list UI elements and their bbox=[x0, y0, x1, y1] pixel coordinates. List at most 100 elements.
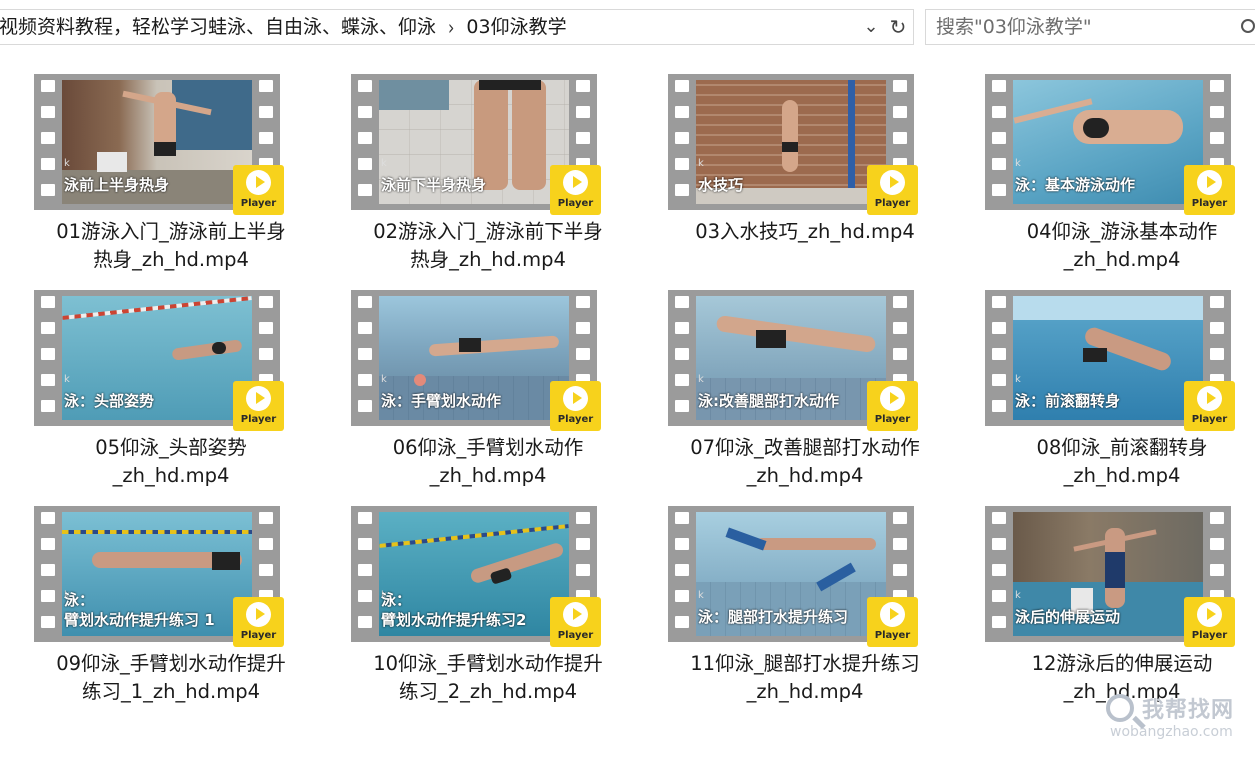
file-tile[interactable]: k 泳前下半身热身 Player 02游泳入门_游泳前下半身 热身_zh_hd.mp4 bbox=[333, 54, 633, 271]
play-icon bbox=[880, 386, 905, 411]
file-name[interactable]: 01游泳入门_游泳前上半身 热身_zh_hd.mp4 bbox=[26, 218, 316, 274]
video-caption: 泳前下半身热身 bbox=[381, 174, 486, 195]
player-badge: Player bbox=[867, 597, 918, 647]
video-thumbnail[interactable]: k 泳：基本游泳动作 Player bbox=[985, 74, 1235, 215]
file-tile[interactable]: k 泳后的伸展运动 Player 12游泳后的伸展运动 _zh_hd.mp4 bbox=[967, 486, 1255, 703]
play-icon bbox=[880, 170, 905, 195]
video-caption-line: 泳：手臂划水动作 bbox=[381, 392, 502, 410]
video-frame-image: k 泳： 臂划水动作提升练习2 bbox=[379, 512, 569, 636]
film-strip-icon bbox=[34, 290, 62, 426]
watermark-url: wobangzhao.com bbox=[1110, 724, 1233, 740]
file-name[interactable]: 04仰泳_游泳基本动作 _zh_hd.mp4 bbox=[977, 218, 1255, 274]
breadcrumb-separator-icon: › bbox=[448, 15, 455, 40]
file-tile[interactable]: k 水技巧 Player 03入水技巧_zh_hd.mp4 bbox=[650, 54, 950, 270]
file-name-line: 08仰泳_前滚翻转身 bbox=[1036, 436, 1208, 459]
file-tile[interactable]: k 泳前上半身热身 Player 01游泳入门_游泳前上半身 热身_zh_hd.mp4 bbox=[16, 54, 316, 271]
video-thumbnail[interactable]: k 泳：腿部打水提升练习 Player bbox=[668, 506, 918, 647]
video-frame-image: k 泳后的伸展运动 bbox=[1013, 512, 1203, 636]
player-label: Player bbox=[1191, 198, 1228, 209]
chevron-down-icon[interactable]: ⌄ bbox=[858, 10, 884, 44]
player-badge: Player bbox=[550, 597, 601, 647]
player-badge: Player bbox=[1184, 597, 1235, 647]
film-strip-icon bbox=[34, 74, 62, 210]
breadcrumb-item-current[interactable]: 03仰泳教学 bbox=[466, 16, 566, 38]
address-bar[interactable]: 视频资料教程，轻松学习蛙泳、自由泳、蝶泳、仰泳 › 03仰泳教学 ⌄ ↻ bbox=[0, 9, 914, 45]
video-thumbnail[interactable]: k 泳：头部姿势 Player bbox=[34, 290, 284, 431]
player-badge: Player bbox=[867, 381, 918, 431]
file-name[interactable]: 05仰泳_头部姿势 _zh_hd.mp4 bbox=[26, 434, 316, 490]
video-caption: 泳:改善腿部打水动作 bbox=[698, 390, 839, 411]
file-name-line: 练习_1_zh_hd.mp4 bbox=[82, 680, 260, 703]
file-name[interactable]: 03入水技巧_zh_hd.mp4 bbox=[660, 218, 950, 246]
film-strip-icon bbox=[668, 290, 696, 426]
video-frame-image: k 水技巧 bbox=[696, 80, 886, 204]
file-name-line: 11仰泳_腿部打水提升练习 bbox=[690, 652, 920, 675]
file-name[interactable]: 08仰泳_前滚翻转身 _zh_hd.mp4 bbox=[977, 434, 1255, 490]
file-tile[interactable]: k 泳：手臂划水动作 Player 06仰泳_手臂划水动作 _zh_hd.mp4 bbox=[333, 270, 633, 487]
video-caption: 泳后的伸展运动 bbox=[1015, 606, 1120, 627]
breadcrumb: 视频资料教程，轻松学习蛙泳、自由泳、蝶泳、仰泳 › 03仰泳教学 bbox=[0, 10, 849, 44]
video-caption-line: 泳： bbox=[64, 591, 95, 609]
video-caption-line: 泳:改善腿部打水动作 bbox=[698, 392, 839, 410]
video-frame-image: k 泳前下半身热身 bbox=[379, 80, 569, 204]
address-toolbar: 视频资料教程，轻松学习蛙泳、自由泳、蝶泳、仰泳 › 03仰泳教学 ⌄ ↻ bbox=[0, 0, 1255, 54]
video-frame-image: k 泳:改善腿部打水动作 bbox=[696, 296, 886, 420]
watermark-title: 我帮找网 bbox=[1142, 698, 1235, 723]
play-icon bbox=[246, 602, 271, 627]
file-name-line: 练习_2_zh_hd.mp4 bbox=[399, 680, 577, 703]
file-tile[interactable]: k 泳：前滚翻转身 Player 08仰泳_前滚翻转身 _zh_hd.mp4 bbox=[967, 270, 1255, 487]
file-name[interactable]: 09仰泳_手臂划水动作提升 练习_1_zh_hd.mp4 bbox=[26, 650, 316, 706]
video-frame-image: k 泳：基本游泳动作 bbox=[1013, 80, 1203, 204]
video-thumbnail[interactable]: k 泳： 臂划水动作提升练习2 Player bbox=[351, 506, 601, 647]
video-caption: 泳：前滚翻转身 bbox=[1015, 390, 1120, 411]
video-thumbnail[interactable]: k 泳：前滚翻转身 Player bbox=[985, 290, 1235, 431]
file-tile[interactable]: k 泳:改善腿部打水动作 Player 07仰泳_改善腿部打水动作 _zh_hd.mp4 bbox=[650, 270, 950, 487]
search-icon[interactable] bbox=[1241, 19, 1255, 33]
player-label: Player bbox=[557, 630, 594, 641]
video-thumbnail[interactable]: k 泳： 臂划水动作提升练习 1 Player bbox=[34, 506, 284, 647]
file-name-line: 04仰泳_游泳基本动作 bbox=[1026, 220, 1218, 243]
file-tile[interactable]: k 泳：基本游泳动作 Player 04仰泳_游泳基本动作 _zh_hd.mp4 bbox=[967, 54, 1255, 271]
file-name[interactable]: 10仰泳_手臂划水动作提升 练习_2_zh_hd.mp4 bbox=[343, 650, 633, 706]
video-thumbnail[interactable]: k 泳前上半身热身 Player bbox=[34, 74, 284, 215]
magnifier-icon bbox=[1106, 694, 1134, 722]
video-thumbnail[interactable]: k 泳：手臂划水动作 Player bbox=[351, 290, 601, 431]
play-icon bbox=[563, 170, 588, 195]
breadcrumb-item-parent[interactable]: 视频资料教程，轻松学习蛙泳、自由泳、蝶泳、仰泳 bbox=[0, 16, 436, 38]
video-caption-line: 泳后的伸展运动 bbox=[1015, 608, 1121, 626]
play-icon bbox=[1197, 170, 1222, 195]
file-name-line: _zh_hd.mp4 bbox=[746, 680, 864, 703]
file-tile[interactable]: k 泳： 臂划水动作提升练习 1 Player 09仰泳_手臂划水动作提升 练习_1_zh… bbox=[16, 486, 316, 703]
file-name[interactable]: 02游泳入门_游泳前下半身 热身_zh_hd.mp4 bbox=[343, 218, 633, 274]
play-icon bbox=[880, 602, 905, 627]
search-box[interactable] bbox=[925, 9, 1255, 45]
video-caption: 泳：基本游泳动作 bbox=[1015, 174, 1135, 195]
video-thumbnail[interactable]: k 水技巧 Player bbox=[668, 74, 918, 215]
video-caption-line: 水技巧 bbox=[698, 176, 744, 194]
file-name[interactable]: 06仰泳_手臂划水动作 _zh_hd.mp4 bbox=[343, 434, 633, 490]
film-strip-icon bbox=[351, 74, 379, 210]
file-name[interactable]: 07仰泳_改善腿部打水动作 _zh_hd.mp4 bbox=[660, 434, 950, 490]
player-badge: Player bbox=[550, 165, 601, 215]
player-badge: Player bbox=[867, 165, 918, 215]
video-frame-image: k 泳：前滚翻转身 bbox=[1013, 296, 1203, 420]
video-thumbnail[interactable]: k 泳:改善腿部打水动作 Player bbox=[668, 290, 918, 431]
video-caption: 泳：头部姿势 bbox=[64, 390, 154, 411]
player-label: Player bbox=[1191, 414, 1228, 425]
refresh-icon[interactable]: ↻ bbox=[885, 10, 911, 44]
file-name[interactable]: 11仰泳_腿部打水提升练习 _zh_hd.mp4 bbox=[660, 650, 950, 706]
video-caption-line: 泳：前滚翻转身 bbox=[1015, 392, 1121, 410]
search-input[interactable] bbox=[936, 10, 1236, 44]
video-caption-line: 臂划水动作提升练习 1 bbox=[64, 611, 215, 629]
file-tile[interactable]: k 泳：头部姿势 Player 05仰泳_头部姿势 _zh_hd.mp4 bbox=[16, 270, 316, 487]
player-label: Player bbox=[557, 414, 594, 425]
file-tile[interactable]: k 泳： 臂划水动作提升练习2 Player 10仰泳_手臂划水动作提升 练习_2_zh_… bbox=[333, 486, 633, 703]
video-thumbnail[interactable]: k 泳后的伸展运动 Player bbox=[985, 506, 1235, 647]
video-thumbnail[interactable]: k 泳前下半身热身 Player bbox=[351, 74, 601, 215]
player-label: Player bbox=[240, 630, 277, 641]
file-tile[interactable]: k 泳：腿部打水提升练习 Player 11仰泳_腿部打水提升练习 _zh_hd.mp4 bbox=[650, 486, 950, 703]
player-badge: Player bbox=[1184, 381, 1235, 431]
watermark-logo: 我帮找网 wobangzhao.com bbox=[1100, 688, 1250, 754]
file-name-line: 06仰泳_手臂划水动作 bbox=[392, 436, 584, 459]
player-badge: Player bbox=[550, 381, 601, 431]
